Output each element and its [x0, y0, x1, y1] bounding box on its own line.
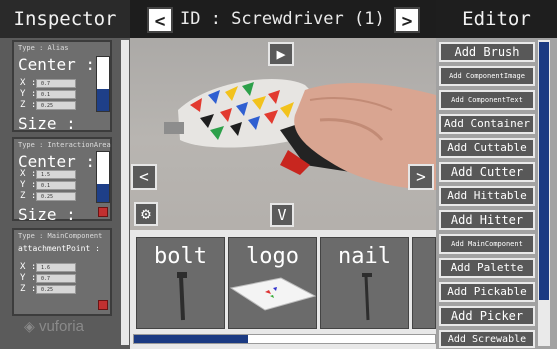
collapse-palette-button[interactable]: V	[270, 203, 294, 227]
add-main-component-button[interactable]: Add MainComponent	[439, 234, 535, 254]
rotate-right-button[interactable]: >	[408, 164, 434, 190]
x-label: X :	[20, 262, 37, 272]
play-button[interactable]: ▶	[268, 42, 294, 66]
card-type: Type : MainComponent	[18, 232, 103, 240]
attach-y-field[interactable]: 0.7	[36, 274, 76, 283]
color-swatch[interactable]	[96, 151, 110, 203]
object-id-title: ID : Screwdriver (1)	[180, 9, 385, 29]
attach-z-field[interactable]: 0.25	[36, 285, 76, 294]
center-x-field[interactable]: 1.5	[36, 170, 76, 179]
delete-component-button[interactable]	[98, 300, 108, 310]
center-x-field[interactable]: 0.7	[36, 79, 76, 88]
y-label: Y :	[20, 89, 37, 99]
z-label: Z :	[20, 284, 37, 294]
center-y-field[interactable]: 0.1	[36, 181, 76, 190]
inspector-scrollbar[interactable]	[121, 40, 129, 345]
palette-item-partial[interactable]	[412, 237, 436, 329]
palette-item-logo[interactable]: logo	[228, 237, 317, 329]
add-brush-button[interactable]: Add Brush	[439, 42, 535, 62]
add-component-image-button[interactable]: Add ComponentImage	[439, 66, 535, 86]
inspector-title: Inspector	[0, 0, 130, 38]
add-screwable-button[interactable]: Add Screwable	[439, 330, 535, 348]
z-label: Z :	[20, 100, 37, 110]
x-label: X :	[20, 78, 37, 88]
palette-scrollbar-thumb[interactable]	[134, 335, 248, 343]
watermark-text: vuforia	[38, 318, 84, 335]
z-label: Z :	[20, 191, 37, 201]
add-picker-button[interactable]: Add Picker	[439, 306, 535, 326]
card-type: Type : InteractionArea	[18, 141, 111, 149]
editor-title: Editor	[436, 0, 557, 38]
size-label: Size :	[18, 114, 76, 133]
center-z-field[interactable]: 0.25	[36, 192, 76, 201]
add-palette-button[interactable]: Add Palette	[439, 258, 535, 278]
delete-component-button[interactable]	[98, 207, 108, 217]
add-component-text-button[interactable]: Add ComponentText	[439, 90, 535, 110]
add-pickable-button[interactable]: Add Pickable	[439, 282, 535, 302]
vuforia-watermark: ◈ vuforia	[24, 318, 84, 335]
add-hittable-button[interactable]: Add Hittable	[439, 186, 535, 206]
add-cutter-button[interactable]: Add Cutter	[439, 162, 535, 182]
attachment-point-label: attachmentPoint :	[18, 244, 100, 253]
next-object-button[interactable]: >	[394, 7, 420, 33]
add-cuttable-button[interactable]: Add Cuttable	[439, 138, 535, 158]
card-type: Type : Alias	[18, 44, 69, 52]
bolt-icon	[177, 272, 187, 321]
add-container-button[interactable]: Add Container	[439, 114, 535, 134]
inspector-card-interaction-area: Type : InteractionArea Center : X : 1.5 …	[12, 137, 112, 224]
settings-gear-icon[interactable]: ⚙	[134, 202, 158, 226]
nail-icon	[362, 273, 372, 321]
add-hitter-button[interactable]: Add Hitter	[439, 210, 535, 230]
y-label: Y :	[20, 180, 37, 190]
center-y-field[interactable]: 0.1	[36, 90, 76, 99]
x-label: X :	[20, 169, 37, 179]
color-swatch[interactable]	[96, 56, 110, 112]
y-label: Y :	[20, 273, 37, 283]
rotate-left-button[interactable]: <	[131, 164, 157, 190]
logo-icon	[229, 277, 316, 311]
inspector-card-alias: Type : Alias Center : X : 0.7 Y : 0.1 Z …	[12, 40, 112, 133]
attach-x-field[interactable]: 1.6	[36, 263, 76, 272]
palette-item-nail[interactable]: nail	[320, 237, 409, 329]
palette-item-bolt[interactable]: bolt	[136, 237, 225, 329]
editor-scrollbar-thumb[interactable]	[539, 42, 549, 300]
inspector-card-main-component: Type : MainComponent attachmentPoint : X…	[12, 228, 112, 316]
center-label: Center :	[18, 55, 96, 74]
size-label: Size :	[18, 205, 76, 224]
vuforia-logo-icon: ◈	[24, 318, 35, 334]
prev-object-button[interactable]: <	[147, 7, 173, 33]
center-z-field[interactable]: 0.25	[36, 101, 76, 110]
